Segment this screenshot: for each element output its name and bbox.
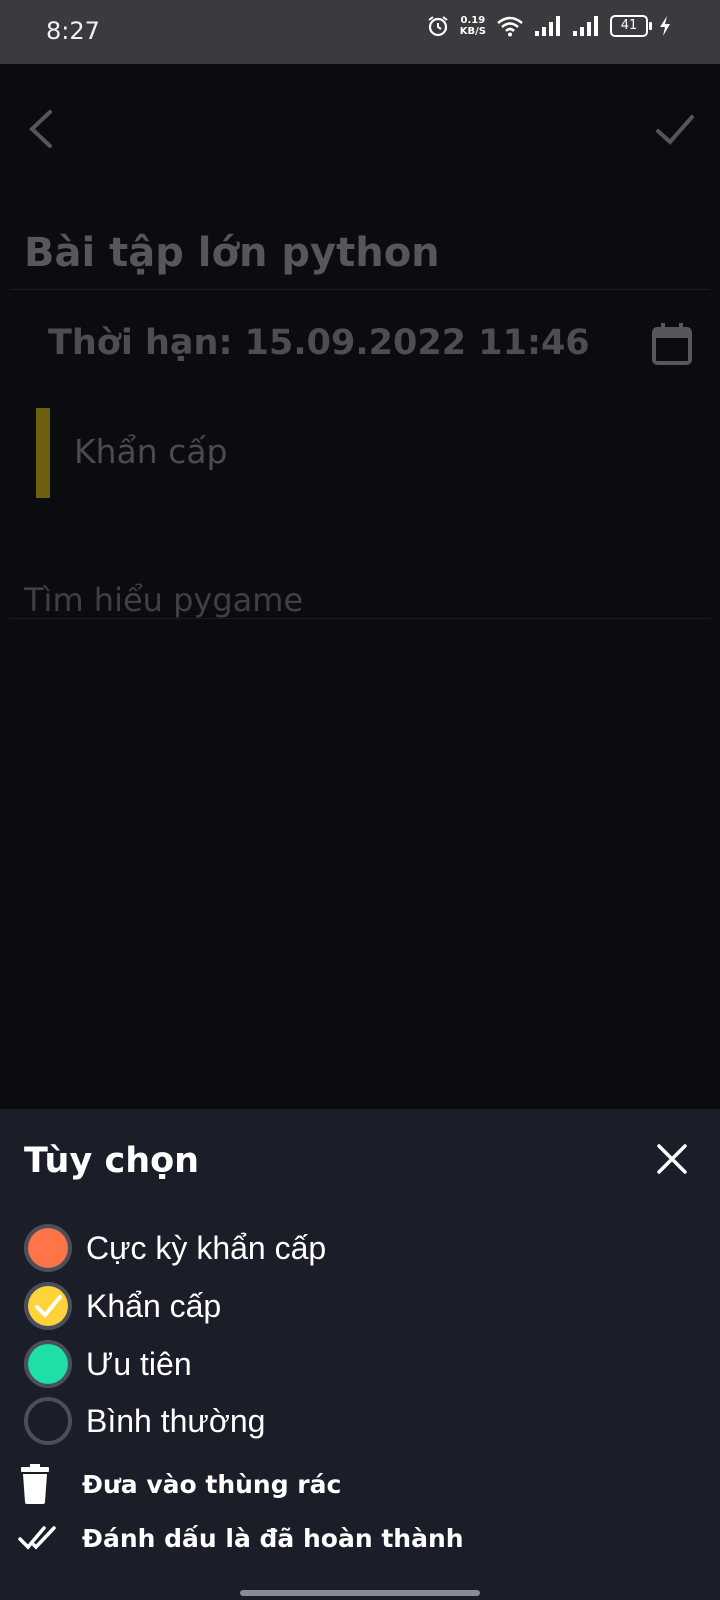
priority-option-priority[interactable]: Ưu tiên (24, 1336, 192, 1392)
option-label: Bình thường (86, 1402, 266, 1439)
confirm-check-button[interactable] (652, 109, 698, 149)
signal-icon (573, 16, 598, 36)
home-indicator[interactable] (240, 1590, 480, 1596)
mark-complete-button[interactable]: Đánh dấu là đã hoàn thành (18, 1513, 464, 1563)
divider (10, 289, 710, 290)
priority-option-normal[interactable]: Bình thường (24, 1393, 265, 1449)
battery-icon: 41 (610, 15, 652, 37)
wifi-icon (497, 16, 523, 37)
options-bottom-sheet: Tùy chọn Cực kỳ khẩn cấp Khẩn cấp Ưu tiê… (0, 1109, 720, 1600)
signal-icon (535, 16, 560, 36)
priority-option-urgent[interactable]: Khẩn cấp (24, 1278, 221, 1334)
close-icon[interactable] (654, 1141, 690, 1177)
priority-dot (24, 1340, 72, 1388)
task-title-input[interactable]: Bài tập lớn python (24, 230, 440, 276)
double-check-icon (18, 1526, 56, 1550)
battery-level: 41 (620, 18, 638, 33)
move-to-trash-button[interactable]: Đưa vào thùng rác (18, 1459, 341, 1509)
calendar-icon[interactable] (650, 322, 694, 366)
trash-icon (21, 1464, 49, 1504)
option-label: Ưu tiên (86, 1345, 192, 1382)
status-icons: 0.19 KB/S 41 (426, 14, 672, 38)
alarm-icon (428, 16, 448, 37)
charging-icon (660, 16, 670, 36)
status-time: 8:27 (46, 17, 100, 45)
priority-option-very-urgent[interactable]: Cực kỳ khẩn cấp (24, 1220, 326, 1276)
back-button[interactable] (22, 104, 62, 154)
priority-dot (24, 1397, 72, 1445)
note-input[interactable]: Tìm hiểu pygame (24, 581, 303, 619)
action-label: Đánh dấu là đã hoàn thành (82, 1523, 464, 1553)
net-speed-value: 0.19 (460, 15, 486, 26)
sheet-title: Tùy chọn (24, 1141, 200, 1181)
check-icon (35, 1295, 62, 1318)
status-bar: 8:27 0.19 KB/S 41 (0, 0, 720, 64)
option-label: Khẩn cấp (86, 1287, 222, 1324)
deadline-label[interactable]: Thời hạn: 15.09.2022 11:46 (48, 323, 590, 363)
net-speed-unit: KB/S (459, 26, 486, 37)
priority-color-bar (36, 408, 50, 498)
priority-dot (24, 1224, 72, 1272)
option-label: Cực kỳ khẩn cấp (86, 1229, 327, 1266)
task-editor: Bài tập lớn python Thời hạn: 15.09.2022 … (0, 64, 720, 1109)
action-label: Đưa vào thùng rác (82, 1469, 342, 1499)
divider (10, 618, 710, 619)
priority-label: Khẩn cấp (74, 432, 228, 471)
net-speed: 0.19 KB/S (460, 15, 486, 37)
priority-dot (24, 1282, 72, 1330)
